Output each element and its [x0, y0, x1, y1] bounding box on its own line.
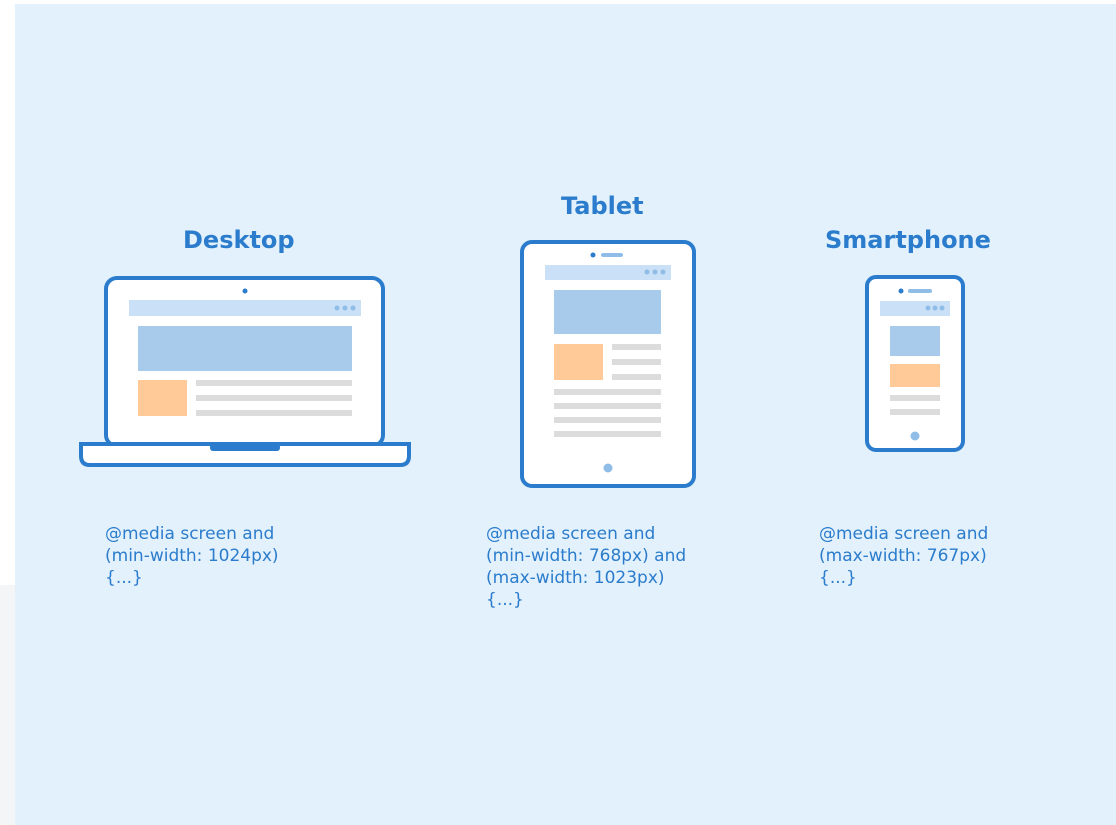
desktop-title: Desktop [183, 226, 295, 254]
smartphone-title: Smartphone [825, 226, 991, 254]
media-query-line: {...} [819, 568, 857, 588]
smartphone-icon [865, 275, 965, 452]
media-query-line: @media screen and [486, 524, 656, 544]
media-query-line: (max-width: 767px) [819, 546, 987, 566]
media-query-line: @media screen and [819, 524, 989, 544]
tablet-media-query: @media screen and (min-width: 768px) and… [486, 523, 686, 611]
media-query-line: (max-width: 1023px) [486, 568, 665, 588]
page-margin [0, 0, 15, 825]
laptop-icon [79, 276, 411, 467]
media-query-line: {...} [486, 590, 524, 610]
tablet-title: Tablet [561, 192, 644, 220]
desktop-media-query: @media screen and (min-width: 1024px) {.… [105, 523, 279, 589]
media-query-line: (min-width: 768px) and [486, 546, 687, 566]
tablet-icon [520, 240, 696, 488]
media-query-line: (min-width: 1024px) [105, 546, 279, 566]
media-query-line: {...} [105, 568, 143, 588]
media-query-line: @media screen and [105, 524, 275, 544]
smartphone-media-query: @media screen and (max-width: 767px) {..… [819, 523, 988, 589]
